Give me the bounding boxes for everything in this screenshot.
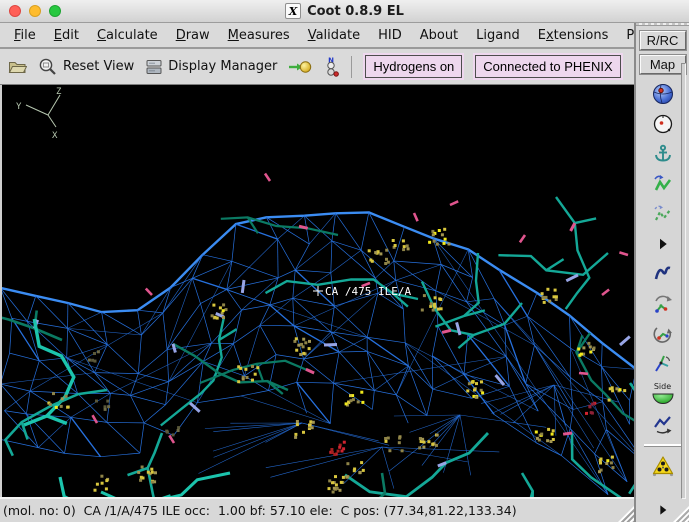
reset-view-button[interactable]: Reset View [35, 55, 137, 79]
more-tools-button[interactable] [650, 497, 676, 522]
go-to-atom-icon [289, 60, 312, 73]
window-title-group: X Coot 0.8.9 EL [285, 3, 404, 19]
display-manager-label: Display Manager [168, 59, 278, 74]
auto-fit-rotamer-button[interactable] [650, 291, 676, 317]
more-items-icon [659, 505, 666, 515]
main-toolbar: Reset View Display Manager N Hydrogens o… [0, 49, 634, 85]
toolbar-rail [681, 63, 686, 499]
fix-atoms-anchor-icon [654, 144, 671, 162]
refine-sphere-button[interactable] [650, 81, 676, 107]
regularize-zone-button[interactable] [650, 201, 676, 227]
mutate-residue-button[interactable] [650, 453, 676, 479]
hydrogens-toggle-button[interactable]: Hydrogens on [365, 55, 463, 78]
refine-regularize-control-button[interactable]: R/RC [639, 31, 686, 50]
axis-y-label: Y [16, 102, 22, 112]
status-text: (mol. no: 0) CA /1/A/475 ILE occ: 1.00 b… [3, 502, 517, 518]
menu-bar: File Edit Calculate Draw Measures Validate HID… [0, 23, 675, 49]
regularize-zone-icon [653, 205, 671, 221]
menu-about[interactable]: About [411, 26, 467, 45]
rotamers-button[interactable] [650, 321, 676, 347]
open-folder-icon [8, 61, 27, 73]
display-manager-icon [146, 59, 162, 74]
toolbar-separator [643, 444, 682, 446]
right-toolbar: R/RC Map Side [634, 23, 689, 522]
menu-ligand[interactable]: Ligand [467, 26, 529, 45]
close-button[interactable] [9, 5, 21, 17]
graphics-viewport[interactable]: Z Y X CA /475 ILE/A [0, 85, 636, 500]
rotamers-icon [652, 327, 672, 343]
menu-file[interactable]: File [5, 26, 45, 45]
jiggle-fit-icon [653, 416, 671, 434]
reset-view-magnifier-icon [39, 58, 56, 75]
toolbar-separator [351, 55, 353, 78]
expander-button[interactable] [650, 231, 676, 257]
atom-label: CA /475 ILE/A [325, 285, 411, 298]
edit-chi-angles-button[interactable] [650, 351, 676, 377]
menu-measures[interactable]: Measures [219, 26, 299, 45]
jiggle-fit-button[interactable] [650, 411, 676, 437]
display-manager-button[interactable]: Display Manager [142, 56, 280, 78]
status-bar: (mol. no: 0) CA /1/A/475 ILE occ: 1.00 b… [0, 497, 634, 522]
refinement-target-button[interactable] [650, 111, 676, 137]
side-chain-flip-icon [651, 393, 674, 404]
menu-extensions[interactable]: Extensions [529, 26, 618, 45]
real-space-refine-zone-icon [653, 175, 671, 191]
fix-atoms-button[interactable] [650, 141, 676, 167]
statusbar-resize-grip[interactable] [617, 506, 634, 522]
edit-chi-angles-icon [654, 355, 670, 372]
mutate-residue-icon [652, 456, 673, 477]
molecular-scene: Z Y X CA /475 ILE/A [2, 87, 636, 500]
reset-view-label: Reset View [63, 59, 135, 74]
traffic-lights [9, 5, 61, 17]
coot-window: X Coot 0.8.9 EL File Edit Calculate Draw Mea… [0, 0, 689, 522]
menu-draw[interactable]: Draw [167, 26, 219, 45]
ligand-icon: N [327, 57, 340, 77]
phenix-connection-button[interactable]: Connected to PHENIX [475, 55, 621, 78]
real-space-refine-zone-button[interactable] [650, 171, 676, 197]
axis-z-label: Z [56, 87, 62, 97]
zoom-button[interactable] [49, 5, 61, 17]
auto-fit-rotamer-icon [654, 295, 672, 313]
map-button[interactable]: Map [639, 55, 686, 74]
toolbar-drag-handle[interactable] [636, 23, 689, 26]
ligand-builder-button[interactable]: N [320, 54, 342, 79]
rotate-translate-zone-button[interactable] [650, 261, 676, 287]
window-title: Coot 0.8.9 EL [307, 3, 404, 19]
refinement-target-icon [653, 114, 672, 134]
axis-x-label: X [52, 131, 58, 141]
menu-validate[interactable]: Validate [299, 26, 369, 45]
menu-edit[interactable]: Edit [45, 26, 88, 45]
side-flip-label: Side [653, 382, 672, 391]
minimize-button[interactable] [29, 5, 41, 17]
x11-icon: X [285, 3, 302, 19]
menu-hid[interactable]: HID [369, 26, 411, 45]
side-chain-flip-button[interactable]: Side [650, 381, 676, 407]
title-bar: X Coot 0.8.9 EL [0, 0, 689, 23]
refine-sphere-icon [652, 84, 673, 104]
rotate-translate-zone-icon [654, 266, 670, 280]
expander-more-icon [659, 238, 667, 250]
open-file-button[interactable] [5, 57, 30, 77]
go-to-atom-button[interactable] [285, 56, 315, 78]
menu-calculate[interactable]: Calculate [88, 26, 167, 45]
